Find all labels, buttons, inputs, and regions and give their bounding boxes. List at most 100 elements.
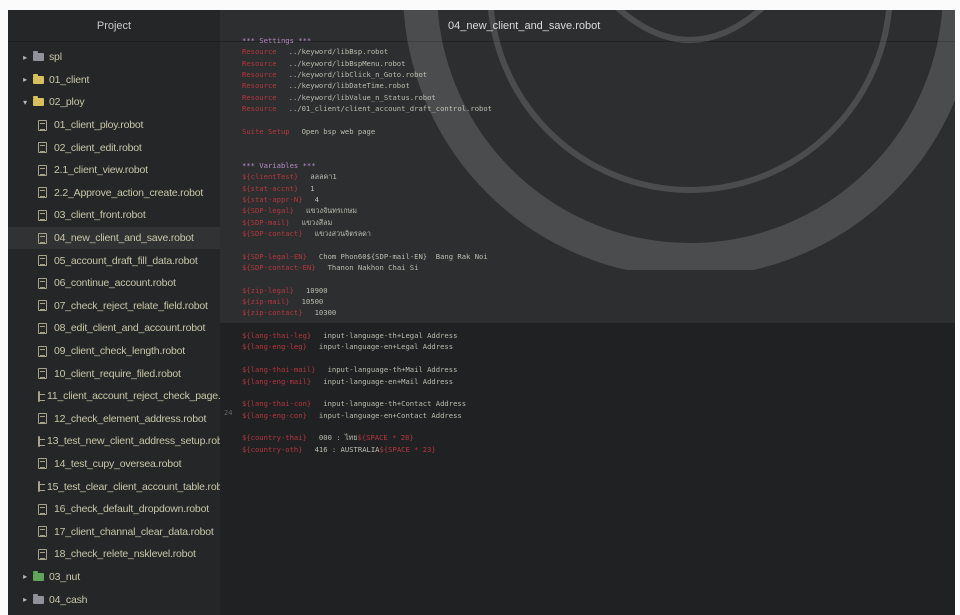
code-line: Resource ../keyword/libValue_n_Status.rob…	[242, 93, 436, 102]
code-value: แขวงสีลม	[301, 217, 333, 227]
tree-file[interactable]: 10_client_require_filed.robot	[8, 362, 220, 385]
chevron-right-icon[interactable]: ▸	[20, 75, 30, 84]
code-value: ../keyword/libDateTime.robot	[288, 81, 410, 91]
code-keyword: ${clientTest}	[242, 172, 299, 182]
tree-file[interactable]: 07_check_reject_relate_field.robot	[8, 295, 220, 318]
file-icon	[38, 345, 47, 357]
code-keyword: Resource	[242, 92, 277, 102]
code-line: ${SDP-mail} แขวงสีลม	[242, 218, 332, 229]
code-keyword: ${lang-eng-leg}	[242, 342, 307, 352]
code-value: input-language-th+Contact Address	[323, 399, 467, 409]
code-value: ../keyword/libValue_n_Status.robot	[288, 92, 436, 102]
folder-icon	[33, 73, 44, 84]
code-value: input-language-th+Legal Address	[323, 331, 458, 341]
code-value: Thanon Nakhon Chai Si	[327, 263, 419, 272]
tree-item-label: 03_nut	[49, 570, 80, 583]
tree-file[interactable]: 09_client_check_length.robot	[8, 340, 220, 363]
tree-item-label: 17_client_channal_clear_data.robot	[54, 525, 214, 538]
tree-file[interactable]: 16_check_default_dropdown.robot	[8, 498, 220, 521]
tree-file[interactable]: 18_check_relete_nsklevel.robot	[8, 543, 220, 566]
file-icon	[38, 390, 45, 402]
tree-item-label: 2.1_client_view.robot	[54, 164, 148, 177]
file-icon	[38, 368, 47, 380]
chevron-right-icon[interactable]: ▸	[20, 53, 30, 62]
file-icon	[38, 255, 47, 267]
tree-file[interactable]: 08_edit_client_and_account.robot	[8, 317, 220, 340]
tree-item-label: 2.2_Approve_action_create.robot	[54, 186, 204, 199]
code-keyword: Suite Setup	[242, 126, 290, 136]
code-value: Open bsp web page	[301, 126, 376, 136]
tree-file[interactable]: 03_client_front.robot	[8, 204, 220, 227]
tree-file[interactable]: 04_new_client_and_save.robot	[8, 226, 220, 250]
tree-item-label: 01_client	[49, 73, 90, 86]
university-seal-watermark	[403, 10, 955, 270]
code-line: ${SDP-legal-EN} Chom Phon60${SDP-mail-EN}…	[242, 252, 488, 261]
tree-file[interactable]: 02_client_edit.robot	[8, 136, 220, 159]
file-icon	[38, 435, 45, 447]
tree-file[interactable]: 2.1_client_view.robot	[8, 159, 220, 182]
code-keyword: ${SDP-legal}	[242, 206, 294, 216]
code-line: Suite Setup Open bsp web page	[242, 127, 375, 136]
chevron-right-icon[interactable]: ▸	[20, 595, 30, 604]
code-value: input-language-en+Mail Address	[323, 376, 454, 386]
code-value: 416 : AUSTRALIA	[314, 444, 380, 454]
folder-icon	[33, 593, 44, 604]
file-icon	[38, 209, 47, 221]
tree-item-label: 05_account_draft_fill_data.robot	[54, 254, 198, 267]
code-value: 1	[310, 183, 315, 193]
code-value: ลลลคา1	[310, 172, 337, 182]
code-keyword: Resource	[242, 70, 277, 80]
tree-folder[interactable]: ▸ 03_nut	[8, 566, 220, 589]
file-icon	[38, 526, 47, 538]
gutter-line-number: 24	[224, 409, 233, 417]
file-icon	[38, 300, 47, 312]
chevron-down-icon[interactable]: ▾	[20, 98, 30, 107]
tree-item-label: 02_client_edit.robot	[54, 141, 142, 154]
code-value: input-language-en+Legal Address	[318, 342, 454, 352]
tree-item-label: 03_client_front.robot	[54, 209, 146, 222]
tree-folder[interactable]: ▾ 02_ploy	[8, 91, 220, 114]
tree-file[interactable]: 12_check_element_address.robot	[8, 408, 220, 431]
code-keyword: ${SDP-legal-EN}	[242, 251, 307, 261]
code-line: ${zip-mail} 10500	[242, 297, 323, 306]
tree-file[interactable]: 01_client_ploy.robot	[8, 114, 220, 137]
tab-active-file[interactable]: 04_new_client_and_save.robot	[448, 10, 600, 42]
tree-item-label: 08_edit_client_and_account.robot	[54, 322, 206, 335]
tree-file[interactable]: 14_test_cupy_oversea.robot	[8, 453, 220, 476]
tree-file[interactable]: 13_test_new_client_address_setup.robot	[8, 430, 231, 453]
code-line: ${SDP-contact} แขวงสวนจิตรลดา	[242, 229, 371, 240]
section-header: *** Variables ***	[242, 160, 316, 170]
code-line: ${lang-eng-mail} input-language-en+Mail A…	[242, 377, 453, 386]
code-keyword: ${SPACE * 23}	[379, 444, 436, 454]
code-keyword: ${country-thai}	[242, 433, 307, 443]
tree-file[interactable]: 05_account_draft_fill_data.robot	[8, 249, 220, 272]
code-line: ${lang-thai-leg} input-language-th+Legal …	[242, 331, 457, 340]
code-value: 4	[314, 194, 319, 204]
code-line: Resource ../01_client/client_account_draf…	[242, 104, 492, 113]
file-icon	[38, 413, 47, 425]
file-icon	[38, 164, 47, 176]
code-keyword: ${lang-thai-mail}	[242, 365, 316, 375]
chevron-right-icon[interactable]: ▸	[20, 572, 30, 581]
tree-file[interactable]: 11_client_account_reject_check_page.robo…	[8, 385, 244, 408]
tree-folder[interactable]: ▸ 04_cash	[8, 588, 220, 611]
code-keyword: Resource	[242, 58, 277, 68]
file-icon	[38, 322, 47, 334]
tree-item-label: 04_cash	[49, 593, 88, 606]
tree-item-label: 14_test_cupy_oversea.robot	[54, 457, 182, 470]
tree-file[interactable]: 06_continue_account.robot	[8, 272, 220, 295]
tree-file[interactable]: 2.2_Approve_action_create.robot	[8, 182, 220, 205]
folder-icon	[33, 570, 44, 581]
code-line: ${SDP-legal} แขวงจันทรเกษม	[242, 206, 357, 217]
code-keyword: ${lang-thai-leg}	[242, 331, 312, 341]
folder-icon	[33, 96, 44, 107]
code-editor[interactable]: 04_new_client_and_save.robot 24 *** Sett…	[220, 10, 955, 615]
tree-folder[interactable]: ▾keyword	[8, 611, 220, 615]
code-line: ${SDP-contact-EN} Thanon Nakhon Chai Si	[242, 263, 418, 272]
code-line: Resource ../keyword/libBspMenu.robot	[242, 59, 405, 68]
tree-file[interactable]: 17_client_channal_clear_data.robot	[8, 520, 220, 543]
tree-item-label: 02_ploy	[49, 96, 85, 109]
tree-file[interactable]: 15_test_clear_client_account_table.robot	[8, 475, 231, 498]
tree-folder[interactable]: ▸ spl	[8, 46, 220, 69]
tree-folder[interactable]: ▸ 01_client	[8, 69, 220, 92]
